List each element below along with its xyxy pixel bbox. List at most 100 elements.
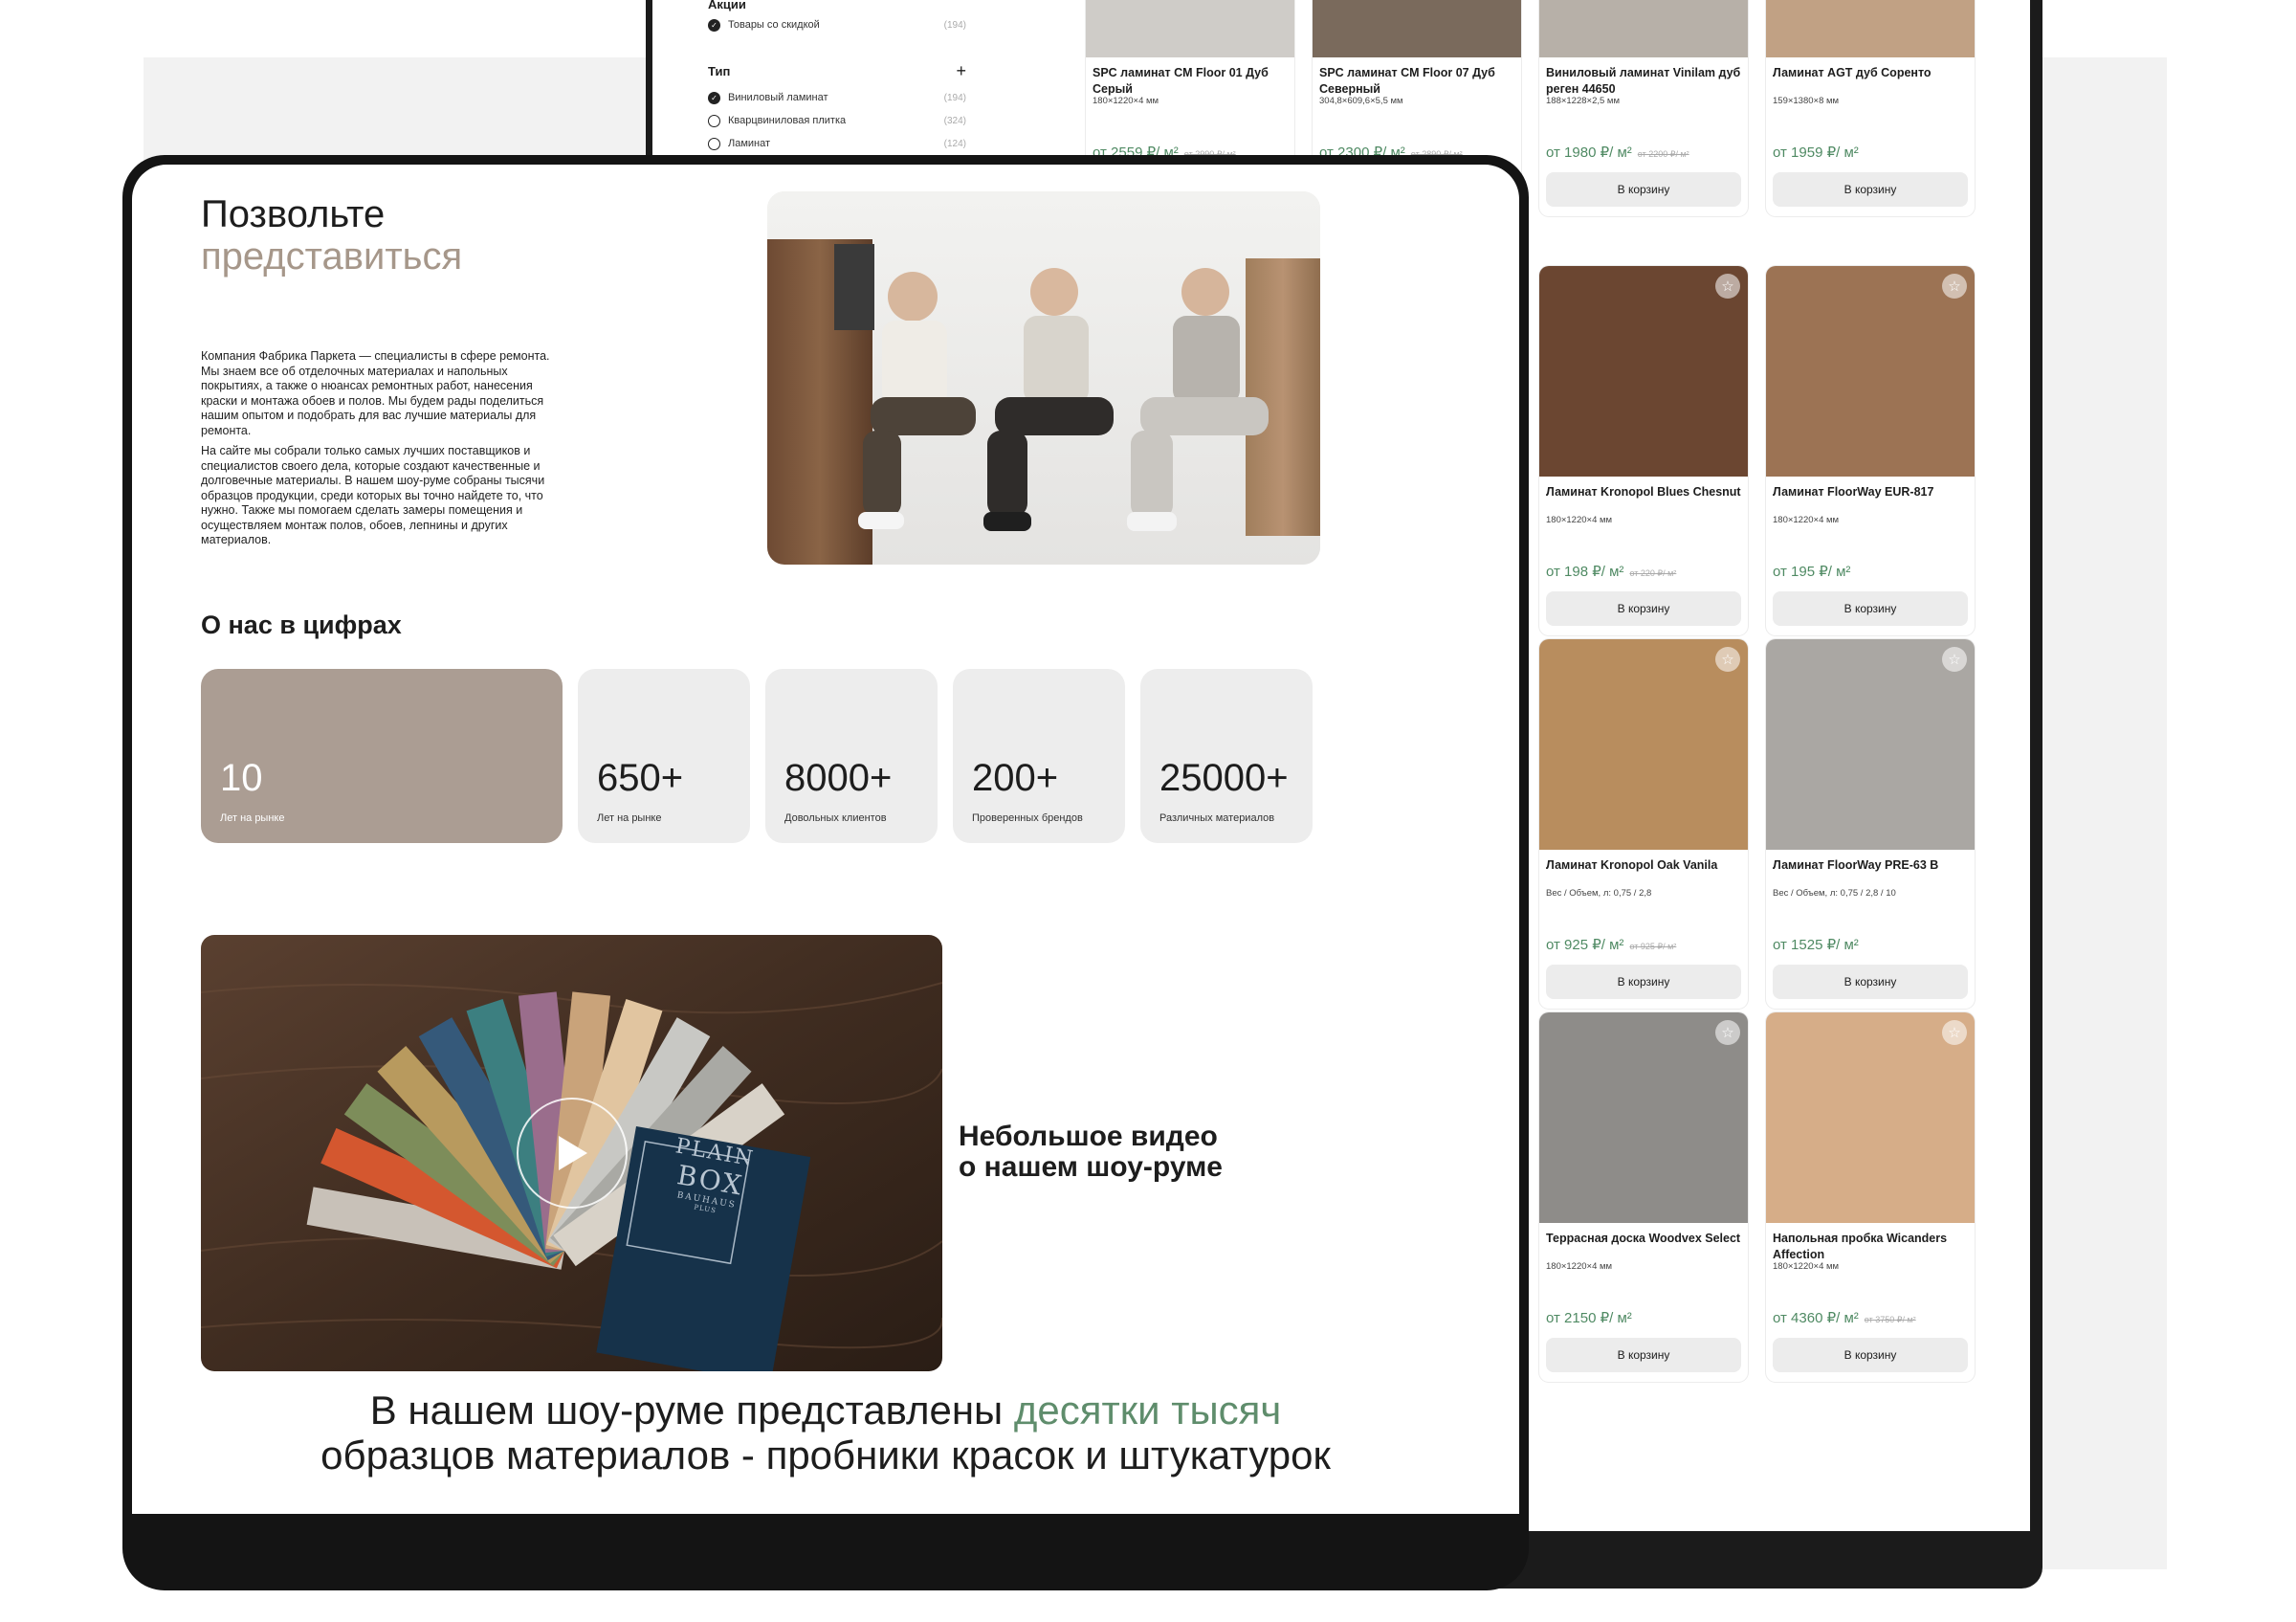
stat-label: Лет на рынке bbox=[220, 812, 285, 824]
product-image[interactable] bbox=[1766, 0, 1975, 57]
product-card[interactable]: ☆ Террасная доска Woodvex Select 180×1220×… bbox=[1539, 1012, 1748, 1382]
product-price-row: от 1980 ₽/ м² от 2200 ₽/ м² bbox=[1546, 144, 1689, 161]
filter-option-laminate[interactable]: Ламинат (124) bbox=[708, 132, 966, 155]
stat-value: 8000+ bbox=[784, 757, 893, 799]
checkbox-icon bbox=[708, 18, 720, 32]
favorite-star-icon[interactable]: ☆ bbox=[1942, 647, 1967, 672]
type-filter-header[interactable]: Тип + bbox=[708, 59, 966, 82]
product-image[interactable] bbox=[1539, 639, 1748, 850]
product-card[interactable]: ☆ Ламинат Kronopol Oak Vanila Вес / Объем,… bbox=[1539, 639, 1748, 1009]
product-price-row: от 198 ₽/ м² от 220 ₽/ м² bbox=[1546, 563, 1676, 580]
filter-option-label: Виниловый ламинат bbox=[728, 92, 828, 103]
favorite-star-icon[interactable]: ☆ bbox=[1715, 274, 1740, 299]
add-to-cart-button[interactable]: В корзину bbox=[1546, 172, 1741, 207]
product-dimensions: Вес / Объем, л: 0,75 / 2,8 bbox=[1546, 888, 1652, 899]
showroom-headline: В нашем шоу-руме представлены десятки ты… bbox=[369, 1388, 1282, 1433]
product-price-row: от 2150 ₽/ м² bbox=[1546, 1309, 1638, 1326]
product-old-price: от 220 ₽/ м² bbox=[1629, 568, 1677, 578]
product-name[interactable]: Виниловый ламинат Vinilam дуб реген 4465… bbox=[1546, 65, 1742, 98]
product-card[interactable]: ☆ Напольная пробка Wicanders Affection 180… bbox=[1766, 1012, 1975, 1382]
favorite-star-icon[interactable]: ☆ bbox=[1715, 1020, 1740, 1045]
add-to-cart-button[interactable]: В корзину bbox=[1546, 591, 1741, 626]
product-name[interactable]: Ламинат AGT дуб Соренто bbox=[1773, 65, 1969, 81]
checkbox-icon bbox=[708, 137, 720, 150]
intro-paragraph-2: На сайте мы собрали только самых лучших … bbox=[201, 444, 545, 546]
filter-option-count: (194) bbox=[943, 19, 966, 31]
product-price-row: от 1959 ₽/ м² bbox=[1773, 144, 1865, 161]
filter-option-count: (124) bbox=[943, 138, 966, 149]
play-button[interactable] bbox=[517, 1098, 628, 1209]
team-photo bbox=[767, 191, 1320, 565]
product-old-price: от 2200 ₽/ м² bbox=[1637, 149, 1689, 159]
product-image[interactable] bbox=[1539, 1012, 1748, 1223]
product-price: от 2150 ₽/ м² bbox=[1546, 1310, 1632, 1326]
add-to-cart-button[interactable]: В корзину bbox=[1546, 965, 1741, 999]
filter-option-vinyl[interactable]: Виниловый ламинат (194) bbox=[708, 86, 966, 109]
stat-card-materials: 25000+ Различных материалов bbox=[1140, 669, 1313, 843]
stat-label: Довольных клиентов bbox=[784, 812, 887, 824]
product-price: от 1525 ₽/ м² bbox=[1773, 937, 1859, 953]
product-name[interactable]: SPC ламинат CM Floor 07 Дуб Северный bbox=[1319, 65, 1515, 98]
product-card[interactable]: ☆ Ламинат Kronopol Blues Chesnut 180×1220×… bbox=[1539, 266, 1748, 635]
product-name[interactable]: SPC ламинат CM Floor 01 Дуб Серый bbox=[1093, 65, 1289, 98]
add-to-cart-button[interactable]: В корзину bbox=[1773, 1338, 1968, 1372]
product-card[interactable]: ☆ Ламинат FloorWay EUR-817 180×1220×4 мм bbox=[1766, 266, 1975, 635]
stat-value: 650+ bbox=[597, 757, 684, 799]
stat-label: Различных материалов bbox=[1159, 812, 1275, 824]
product-image[interactable] bbox=[1766, 1012, 1975, 1223]
product-image[interactable] bbox=[1539, 0, 1748, 57]
product-name[interactable]: Ламинат FloorWay EUR-817 bbox=[1773, 484, 1969, 500]
product-price-row: от 925 ₽/ м² от 925 ₽/ м² bbox=[1546, 936, 1676, 953]
type-filter-title: Тип bbox=[708, 63, 731, 78]
product-price-row: от 4360 ₽/ м² от 3750 ₽/ м² bbox=[1773, 1309, 1916, 1326]
product-name[interactable]: Ламинат FloorWay PRE-63 B bbox=[1773, 857, 1969, 874]
add-to-cart-button[interactable]: В корзину bbox=[1773, 591, 1968, 626]
stat-label: Лет на рынке bbox=[597, 812, 662, 824]
about-screen: Позвольте представиться Компания Фабрика… bbox=[132, 165, 1519, 1514]
product-name[interactable]: Ламинат Kronopol Blues Chesnut bbox=[1546, 484, 1742, 500]
product-name[interactable]: Ламинат Kronopol Oak Vanila bbox=[1546, 857, 1742, 874]
showroom-video[interactable]: PLAIN BOX BAUHAUS PLUS bbox=[201, 935, 942, 1371]
product-dimensions: 180×1220×4 мм bbox=[1546, 1261, 1613, 1272]
product-name[interactable]: Террасная доска Woodvex Select bbox=[1546, 1231, 1742, 1247]
showroom-headline-line2: образцов материалов - пробники красок и … bbox=[320, 1433, 1331, 1478]
favorite-star-icon[interactable]: ☆ bbox=[1715, 647, 1740, 672]
product-dimensions: 180×1220×4 мм bbox=[1773, 1261, 1840, 1272]
add-to-cart-button[interactable]: В корзину bbox=[1773, 172, 1968, 207]
page-title: Позвольте bbox=[201, 193, 386, 235]
product-dimensions: 180×1220×4 мм bbox=[1773, 515, 1840, 525]
add-to-cart-button[interactable]: В корзину bbox=[1773, 965, 1968, 999]
stat-card-clients: 8000+ Довольных клиентов bbox=[765, 669, 938, 843]
promo-filter-title: Акции bbox=[708, 0, 746, 11]
product-price: от 195 ₽/ м² bbox=[1773, 564, 1851, 580]
filter-option-discount[interactable]: Товары со скидкой (194) bbox=[708, 13, 966, 36]
filter-option-quartzvinyl[interactable]: Кварцвиниловая плитка (324) bbox=[708, 109, 966, 132]
stat-label: Проверенных брендов bbox=[972, 812, 1083, 824]
product-price: от 925 ₽/ м² bbox=[1546, 937, 1624, 953]
product-price-row: от 1525 ₽/ м² bbox=[1773, 936, 1865, 953]
product-image[interactable] bbox=[1086, 0, 1294, 57]
checkbox-icon bbox=[708, 91, 720, 104]
plus-icon[interactable]: + bbox=[956, 61, 966, 81]
product-dimensions: 304,8×609,6×5,5 мм bbox=[1319, 96, 1403, 106]
product-image[interactable] bbox=[1766, 266, 1975, 477]
stat-card-years: 10 Лет на рынке bbox=[201, 669, 563, 843]
product-dimensions: 180×1220×4 мм bbox=[1546, 515, 1613, 525]
product-dimensions: 180×1220×4 мм bbox=[1093, 96, 1159, 106]
product-price-row: от 195 ₽/ м² bbox=[1773, 563, 1856, 580]
checkbox-icon bbox=[708, 114, 720, 127]
product-card[interactable]: ☆ Ламинат FloorWay PRE-63 B Вес / Объем, л… bbox=[1766, 639, 1975, 1009]
intro-paragraph-1: Компания Фабрика Паркета — специалисты в… bbox=[201, 349, 550, 437]
product-dimensions: 159×1380×8 мм bbox=[1773, 96, 1840, 106]
product-image[interactable] bbox=[1539, 266, 1748, 477]
product-old-price: от 925 ₽/ м² bbox=[1629, 942, 1677, 951]
product-image[interactable] bbox=[1766, 639, 1975, 850]
filter-option-count: (324) bbox=[943, 115, 966, 126]
product-name[interactable]: Напольная пробка Wicanders Affection bbox=[1773, 1231, 1969, 1263]
add-to-cart-button[interactable]: В корзину bbox=[1546, 1338, 1741, 1372]
product-price: от 4360 ₽/ м² bbox=[1773, 1310, 1859, 1326]
product-image[interactable] bbox=[1313, 0, 1521, 57]
product-dimensions: 188×1228×2,5 мм bbox=[1546, 96, 1620, 106]
favorite-star-icon[interactable]: ☆ bbox=[1942, 274, 1967, 299]
favorite-star-icon[interactable]: ☆ bbox=[1942, 1020, 1967, 1045]
